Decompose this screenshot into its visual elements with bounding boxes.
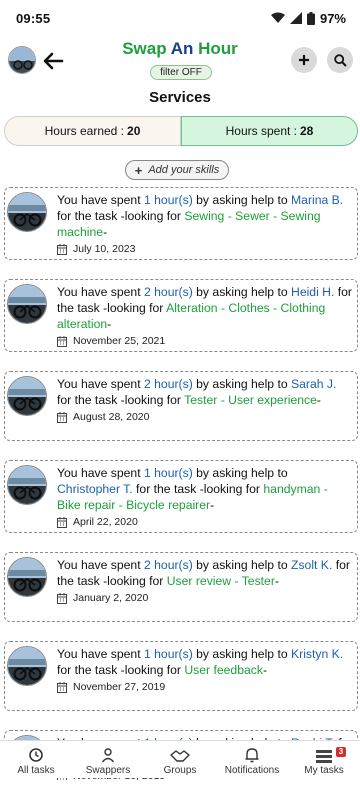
services-list: You have spent 1 hour(s) by asking help … [4, 187, 358, 800]
calendar-icon [57, 335, 67, 347]
user-avatar[interactable] [7, 557, 47, 597]
user-avatar[interactable] [7, 465, 47, 505]
battery-icon [306, 11, 315, 25]
gesture-bar [0, 780, 360, 800]
calendar-icon [57, 411, 67, 423]
add-button[interactable] [291, 47, 317, 73]
battery-level: 97% [319, 10, 346, 26]
hours-link[interactable]: 1 hour(s) [144, 647, 193, 661]
user-avatar[interactable] [7, 192, 47, 232]
person-link[interactable]: Marina B. [291, 193, 343, 207]
person-link[interactable]: Zsolt K. [291, 558, 332, 572]
plus-icon [299, 55, 309, 65]
nav-swappers[interactable]: Swappers [72, 741, 144, 778]
service-card[interactable]: You have spent 1 hour(s) by asking help … [4, 460, 358, 533]
nav-my-tasks[interactable]: 3 My tasks [288, 741, 360, 778]
hours-link[interactable]: 2 hour(s) [144, 377, 193, 391]
wifi-icon [270, 12, 285, 23]
nav-groups[interactable]: Groups [144, 741, 216, 778]
status-icons: 97% [270, 10, 346, 26]
plus-icon: + [134, 162, 143, 178]
service-card[interactable]: You have spent 1 hour(s) by asking help … [4, 641, 358, 711]
calendar-icon [57, 592, 67, 604]
card-date: April 22, 2020 [57, 516, 353, 528]
card-text: You have spent 2 hour(s) by asking help … [57, 377, 337, 407]
nav-all-tasks[interactable]: All tasks [0, 741, 72, 778]
app-header: Swap An Hour filter OFF [0, 36, 360, 86]
person-link[interactable]: Kristyn K. [291, 647, 343, 661]
page-title: Services [149, 89, 211, 106]
tasks-badge: 3 [336, 747, 346, 757]
person-link[interactable]: Christopher T. [57, 482, 133, 496]
task-tags[interactable]: User review - Tester [167, 574, 275, 588]
service-card[interactable]: You have spent 2 hour(s) by asking help … [4, 279, 358, 352]
hours-link[interactable]: 1 hour(s) [144, 466, 193, 480]
card-text: You have spent 1 hour(s) by asking help … [57, 466, 328, 512]
search-button[interactable] [327, 47, 353, 73]
card-text: You have spent 1 hour(s) by asking help … [57, 647, 344, 677]
service-card[interactable]: You have spent 2 hour(s) by asking help … [4, 552, 358, 622]
hours-link[interactable]: 2 hour(s) [144, 558, 193, 572]
calendar-icon [57, 243, 67, 255]
card-date: November 27, 2019 [57, 681, 353, 693]
bottom-nav: All tasks Swappers Groups Notifications … [0, 740, 360, 778]
user-avatar[interactable] [7, 646, 47, 686]
user-avatar[interactable] [7, 376, 47, 416]
service-card[interactable]: You have spent 2 hour(s) by asking help … [4, 371, 358, 441]
user-avatar[interactable] [7, 284, 47, 324]
card-date: July 10, 2023 [57, 243, 353, 255]
task-tags[interactable]: Tester - User experience [184, 393, 317, 407]
tasks-icon [316, 750, 332, 763]
hours-link[interactable]: 1 hour(s) [144, 193, 193, 207]
calendar-icon [57, 681, 67, 693]
status-bar: 09:55 97% [0, 0, 360, 36]
card-text: You have spent 2 hour(s) by asking help … [57, 558, 350, 588]
add-skills-button[interactable]: + Add your skills [125, 160, 229, 180]
card-text: You have spent 2 hour(s) by asking help … [57, 285, 352, 331]
search-icon [333, 53, 347, 67]
card-text: You have spent 1 hour(s) by asking help … [57, 193, 344, 239]
person-link[interactable]: Sarah J. [291, 377, 336, 391]
bell-icon [245, 748, 259, 763]
card-date: August 28, 2020 [57, 411, 353, 423]
card-date: January 2, 2020 [57, 592, 353, 604]
calendar-icon [57, 516, 67, 528]
card-date: November 25, 2021 [57, 335, 353, 347]
service-card[interactable]: You have spent 1 hour(s) by asking help … [4, 187, 358, 260]
handshake-icon [170, 750, 190, 762]
history-icon [29, 748, 43, 762]
task-tags[interactable]: User feedback [184, 663, 263, 677]
person-icon [101, 748, 115, 763]
hours-link[interactable]: 2 hour(s) [144, 285, 193, 299]
nav-notifications[interactable]: Notifications [216, 741, 288, 778]
signal-icon [289, 12, 302, 24]
tab-hours-earned[interactable]: Hours earned :20 [4, 116, 181, 146]
person-link[interactable]: Heidi H. [291, 285, 334, 299]
hours-tabs: Hours earned :20 Hours spent :28 [4, 116, 358, 146]
tab-hours-spent[interactable]: Hours spent :28 [181, 116, 358, 146]
status-time: 09:55 [16, 10, 51, 26]
filter-toggle[interactable]: filter OFF [150, 65, 212, 80]
